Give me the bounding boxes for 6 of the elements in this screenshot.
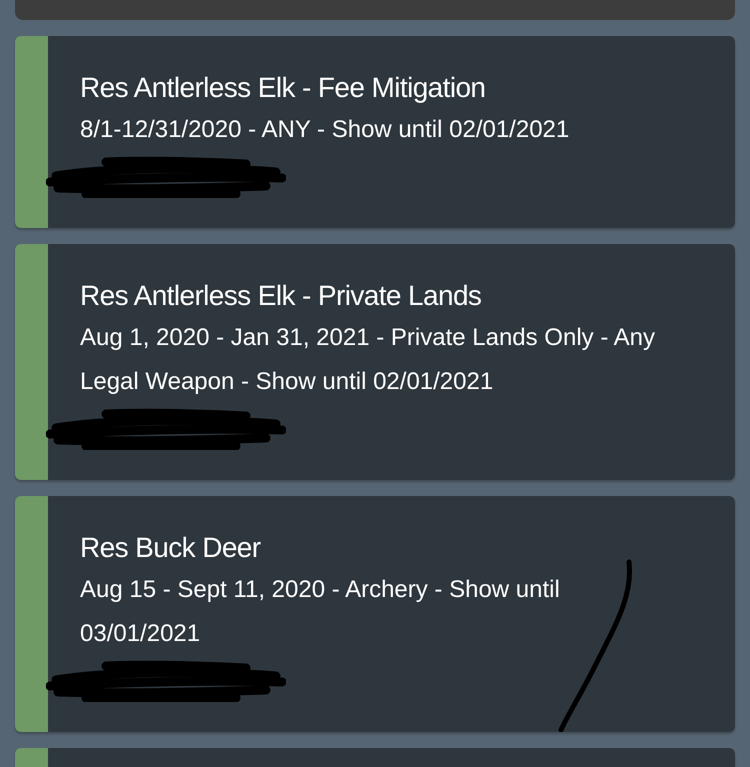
license-title: Res Antlerless Elk - Fee Mitigation bbox=[80, 71, 486, 105]
license-detail: Aug 15 - Sept 11, 2020 - Archery - Show until 03/01/2021 bbox=[80, 575, 561, 649]
license-title: Res Buck Deer bbox=[80, 531, 262, 565]
license-detail: Aug 1, 2020 - Jan 31, 2021 - Private Lands Only - Any Legal Weapon - Show until 02/01/2021 bbox=[80, 323, 656, 397]
license-detail: 8/1-12/31/2020 - ANY - Show until 02/01/2021 bbox=[80, 115, 570, 145]
license-title: Res Antlerless Elk - Private Lands bbox=[80, 279, 482, 313]
